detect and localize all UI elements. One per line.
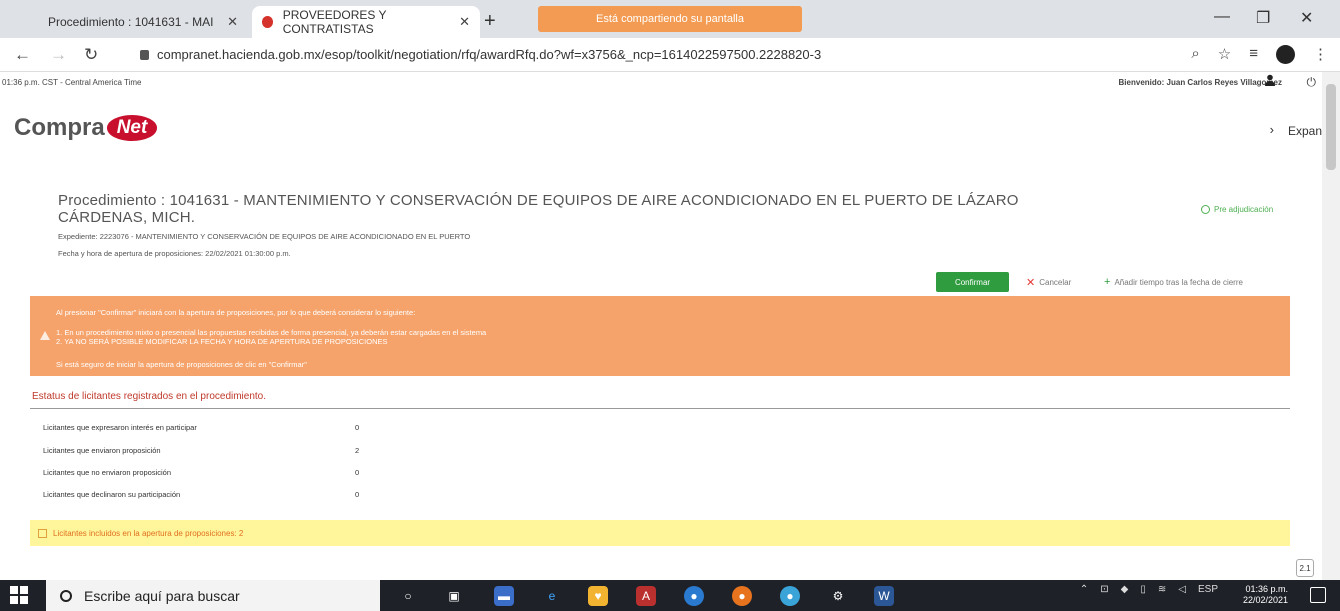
recording-icon	[262, 16, 273, 28]
opening-date-text: Fecha y hora de apertura de proposicione…	[58, 249, 291, 258]
close-tab-icon[interactable]: ✕	[227, 14, 238, 30]
language-indicator[interactable]: ESP	[1198, 584, 1218, 595]
star-icon[interactable]: ☆	[1218, 45, 1231, 64]
browser-icon[interactable]: ●	[684, 586, 704, 606]
close-icon: ✕	[1026, 276, 1036, 289]
warning-item: 2. YA NO SERÁ POSIBLE MODIFICAR LA FECHA…	[56, 337, 388, 346]
checkbox-icon[interactable]	[38, 528, 47, 538]
search-icon	[60, 589, 72, 602]
restore-button[interactable]: ❐	[1256, 8, 1270, 28]
profile-avatar[interactable]	[1276, 45, 1295, 64]
settings-gear-icon[interactable]: ⚙	[828, 586, 848, 606]
app-icon[interactable]: ●	[780, 586, 800, 606]
compranet-logo[interactable]: Compra Net	[14, 114, 158, 142]
timezone-text: 01:36 p.m. CST - Central America Time	[2, 78, 142, 87]
search-icon[interactable]: ⌕	[1191, 45, 1199, 64]
volume-icon[interactable]: ◁	[1178, 584, 1186, 595]
edge-icon[interactable]: e	[542, 586, 562, 606]
warning-item: 1. En un procedimiento mixto o presencia…	[56, 328, 487, 337]
cancel-button[interactable]: ✕ Cancelar	[1026, 272, 1071, 292]
chevron-right-icon[interactable]: ›	[1270, 122, 1274, 137]
chrome-icon[interactable]: ●	[732, 586, 752, 606]
zoom-badge[interactable]: 2.1	[1296, 559, 1314, 577]
task-view-icon[interactable]: ▣	[444, 586, 464, 606]
plus-icon: +	[1104, 276, 1111, 288]
status-dot-icon	[1201, 205, 1210, 214]
add-time-button[interactable]: + Añadir tiempo tras la fecha de cierre	[1104, 272, 1243, 292]
dropbox-icon[interactable]: ◆	[1121, 584, 1129, 595]
expediente-text: Expediente: 2223076 - MANTENIMIENTO Y CO…	[58, 232, 471, 241]
page-title: Procedimiento : 1041631 - MANTENIMIENTO …	[58, 192, 1019, 226]
wifi-icon[interactable]: ≋	[1158, 584, 1166, 595]
warning-panel: Al presionar "Confirmar" iniciará con la…	[30, 296, 1290, 376]
sticky-icon[interactable]: ♥	[588, 586, 608, 606]
back-arrow-icon[interactable]: ←	[14, 45, 31, 65]
page-content: 01:36 p.m. CST - Central America Time Bi…	[0, 72, 1322, 580]
network-icon[interactable]: ⊡	[1100, 584, 1108, 595]
close-tab-icon[interactable]: ✕	[459, 14, 470, 30]
warning-icon	[40, 331, 50, 340]
browser-tab-bar: Procedimiento : 1041631 - MAI ✕ PROVEEDO…	[0, 0, 1340, 38]
url-text: compranet.hacienda.gob.mx/esop/toolkit/n…	[157, 47, 822, 62]
url-field[interactable]: compranet.hacienda.gob.mx/esop/toolkit/n…	[140, 47, 821, 62]
notifications-icon[interactable]	[1310, 587, 1326, 603]
welcome-text: Bienvenido: Juan Carlos Reyes Villagomez	[1118, 78, 1282, 87]
forward-arrow-icon[interactable]: →	[50, 45, 67, 65]
taskbar: Escribe aquí para buscar ○ ▣ ▬ e ♥ A ● ●…	[0, 580, 1340, 611]
word-icon[interactable]: W	[874, 586, 894, 606]
cortana-icon[interactable]: ○	[398, 586, 418, 606]
expand-link[interactable]: Expan	[1288, 124, 1322, 138]
scroll-thumb[interactable]	[1326, 84, 1336, 170]
tab-proveedores[interactable]: PROVEEDORES Y CONTRATISTAS ✕	[252, 6, 480, 38]
divider	[30, 408, 1290, 409]
tab-label: Procedimiento : 1041631 - MAI	[48, 15, 214, 29]
tab-procedimiento[interactable]: Procedimiento : 1041631 - MAI ✕	[38, 6, 248, 38]
logout-icon[interactable]: ⏻	[1307, 75, 1317, 90]
confirm-button[interactable]: Confirmar	[936, 272, 1009, 292]
tab-label: PROVEEDORES Y CONTRATISTAS	[282, 8, 387, 36]
clock[interactable]: 01:36 p.m. 22/02/2021	[1243, 584, 1288, 606]
status-badge: Pre adjudicación	[1201, 205, 1273, 214]
address-bar: ← → ↻ compranet.hacienda.gob.mx/esop/too…	[0, 38, 1340, 72]
playlist-icon[interactable]: ≡	[1249, 45, 1258, 64]
battery-icon[interactable]: ▯	[1140, 584, 1146, 595]
section-title: Estatus de licitantes registrados en el …	[32, 391, 267, 402]
screen-share-banner: Está compartiendo su pantalla	[538, 6, 802, 32]
vertical-scrollbar[interactable]	[1322, 72, 1340, 580]
taskbar-search-input[interactable]: Escribe aquí para buscar	[46, 580, 380, 611]
close-window-button[interactable]: ✕	[1300, 8, 1313, 28]
windows-start-icon[interactable]	[10, 586, 28, 604]
kebab-menu-icon[interactable]: ⋮	[1313, 45, 1328, 64]
new-tab-button[interactable]: +	[484, 10, 496, 33]
acrobat-icon[interactable]: A	[636, 586, 656, 606]
user-icon[interactable]	[1264, 74, 1276, 86]
warning-question: Si está seguro de iniciar la apertura de…	[56, 360, 307, 369]
lock-icon	[140, 49, 149, 60]
file-explorer-icon[interactable]: ▬	[494, 586, 514, 606]
included-bidders-banner: Licitantes incluidos en la apertura de p…	[30, 520, 1290, 546]
reload-icon[interactable]: ↻	[84, 45, 98, 65]
warning-intro: Al presionar "Confirmar" iniciará con la…	[56, 308, 416, 317]
chevron-up-icon[interactable]: ⌃	[1080, 584, 1088, 595]
top-info-bar: 01:36 p.m. CST - Central America Time Bi…	[0, 74, 1322, 92]
minimize-button[interactable]: —	[1214, 8, 1230, 26]
